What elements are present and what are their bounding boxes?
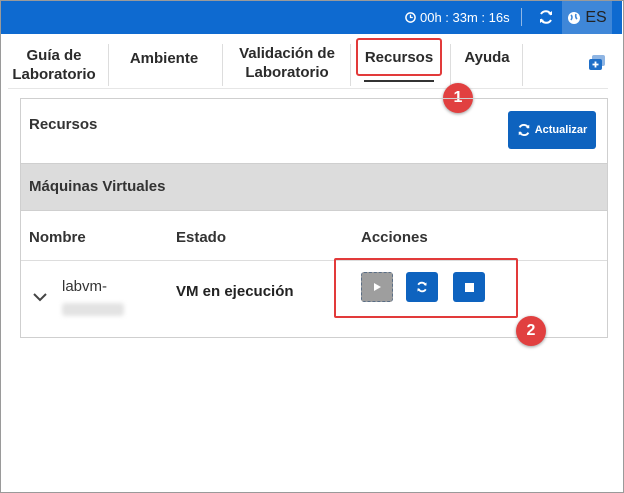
tab-guia-laboratorio[interactable]: Guía de Laboratorio [8,46,100,84]
restart-vm-button[interactable] [406,272,438,302]
tab-label: Ambiente [129,50,199,67]
tab-divider [108,44,109,86]
tab-label: Validación de [239,45,335,62]
tab-ayuda[interactable]: Ayuda [456,48,518,67]
refresh-icon [518,123,529,137]
tab-label: Laboratorio [12,66,96,83]
vm-section-header: Máquinas Virtuales [21,163,607,211]
column-header-name: Nombre [29,229,86,246]
refresh-icon [417,281,427,293]
column-header-actions: Acciones [361,229,428,246]
callout-number: 2 [526,322,536,339]
tabs-baseline [8,88,608,89]
language-selector[interactable]: ES [562,1,612,34]
vm-section-title: Máquinas Virtuales [29,178,166,195]
start-vm-button[interactable] [361,272,393,302]
panel-title: Recursos [29,116,98,133]
clock-icon [405,12,416,23]
vm-name: labvm- [62,278,108,295]
tab-label: Ayuda [464,49,510,66]
expand-window-icon[interactable] [588,55,606,71]
top-bar: 00h : 33m : 16s [1,1,622,34]
tab-ambiente[interactable]: Ambiente [120,49,208,68]
active-tab-indicator [364,80,434,82]
language-label: ES [585,8,607,26]
table-divider [21,260,607,261]
vm-status: VM en ejecución [176,283,294,300]
stop-vm-button[interactable] [453,272,485,302]
column-header-state: Estado [176,229,227,246]
timer: 00h : 33m : 16s [405,10,510,25]
play-icon [374,283,381,291]
tab-divider [350,44,351,86]
tab-label: Guía de [26,47,82,64]
update-button-label: Actualizar [534,124,588,136]
tab-highlight-box [356,38,442,76]
refresh-icon[interactable] [538,9,554,25]
chevron-down-icon[interactable] [32,289,48,305]
update-button[interactable]: Actualizar [508,111,596,149]
tab-label: Laboratorio [245,64,329,81]
tab-divider [222,44,223,86]
separator [521,8,522,26]
tab-divider [522,44,523,86]
vm-name-redacted [62,303,124,316]
tab-divider [450,44,451,86]
tab-validacion-laboratorio[interactable]: Validación de Laboratorio [232,44,342,82]
timer-text: 00h : 33m : 16s [420,10,510,25]
callout-badge-2: 2 [516,316,546,346]
stop-icon [464,282,474,292]
globe-icon [568,11,581,24]
